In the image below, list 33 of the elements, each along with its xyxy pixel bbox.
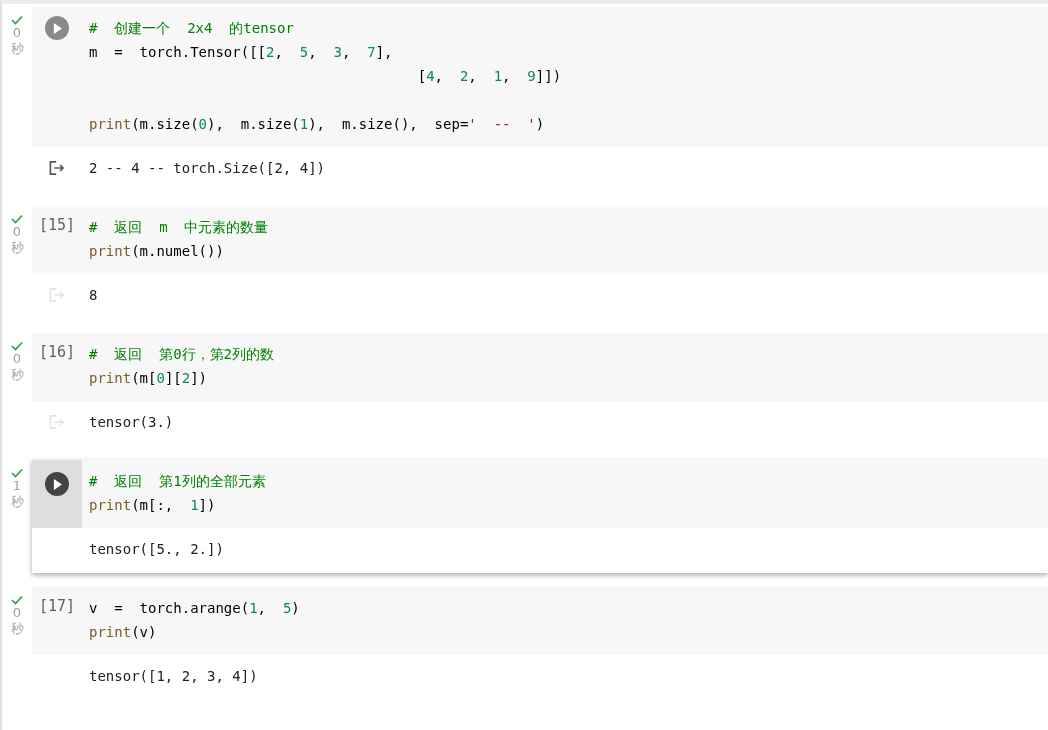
code-line: # 返回 第1列的全部元素	[89, 472, 267, 491]
code-line: # 创建一个 2x4 的tensor	[89, 19, 295, 38]
code-line: print(m[:, 1])	[89, 496, 217, 515]
run-time: 1	[12, 478, 22, 494]
time-unit: 秒	[10, 240, 24, 256]
time-unit: 秒	[10, 494, 24, 510]
run-time: 0	[12, 605, 22, 621]
run-time: 0	[12, 224, 22, 240]
play-icon	[52, 22, 62, 34]
code-line: print(m.size(0), m.size(1), m.size(), sep=' -- ')	[89, 115, 546, 134]
code-line: v = torch.arange(1, 5)	[89, 599, 301, 618]
run-time: 0	[12, 351, 22, 367]
code-line: [4, 2, 1, 9]])	[416, 67, 563, 86]
output-text: tensor([1, 2, 3, 4])	[89, 667, 258, 686]
time-unit: 秒	[10, 367, 24, 383]
time-unit: 秒	[10, 41, 24, 57]
code-line: print(m[0][2])	[89, 369, 209, 388]
execution-count: [15]	[38, 215, 76, 236]
execution-count: [16]	[38, 342, 76, 363]
output-text: tensor(3.)	[89, 413, 174, 432]
output-text: 8	[89, 286, 98, 305]
play-icon	[52, 478, 62, 490]
run-time: 0	[12, 25, 22, 41]
time-unit: 秒	[10, 621, 24, 637]
code-line: # 返回 m 中元素的数量	[89, 218, 270, 237]
output-text: 2 -- 4 -- torch.Size([2, 4])	[89, 159, 325, 178]
execution-count: [17]	[38, 596, 76, 617]
code-line: # 返回 第0行，第2列的数	[89, 345, 275, 364]
code-line: print(v)	[89, 623, 158, 642]
code-line: m = torch.Tensor([[2, 5, 3, 7],	[89, 43, 394, 62]
output-text: tensor([5., 2.])	[89, 540, 224, 559]
code-line: print(m.numel())	[89, 242, 225, 261]
run-button[interactable]	[45, 472, 69, 496]
